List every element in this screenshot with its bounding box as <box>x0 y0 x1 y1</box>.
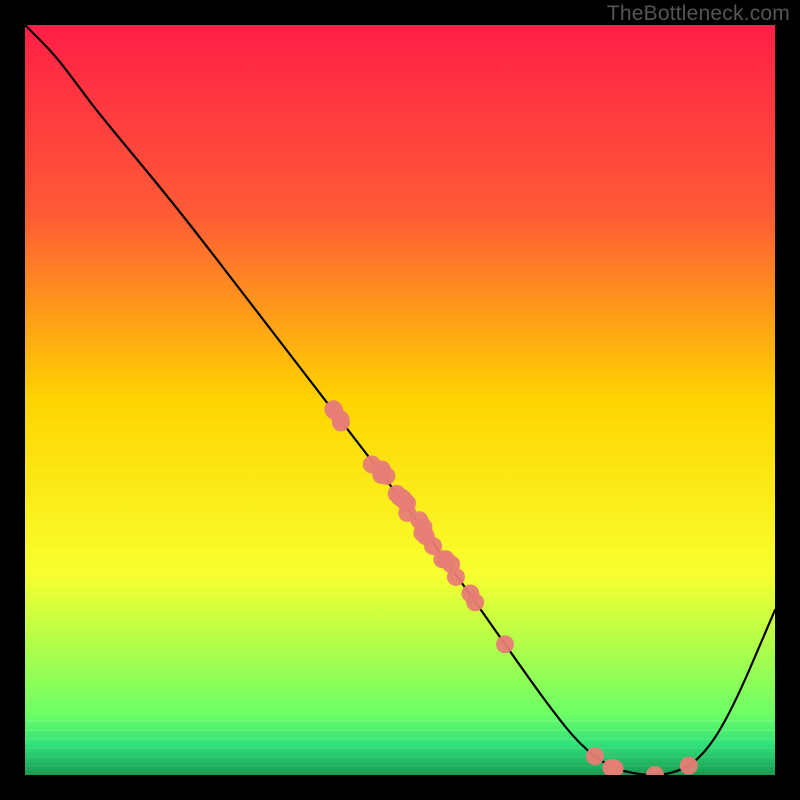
curve-marker <box>413 524 431 542</box>
curve-marker <box>363 455 381 473</box>
chart-background <box>25 25 775 775</box>
chart-svg <box>25 25 775 775</box>
curve-marker <box>680 757 698 775</box>
plot-area <box>25 25 775 775</box>
curve-marker <box>393 489 411 507</box>
watermark-text: TheBottleneck.com <box>607 2 790 26</box>
curve-marker <box>377 467 395 485</box>
curve-marker <box>332 413 350 431</box>
curve-marker <box>433 550 451 568</box>
curve-marker <box>586 747 604 765</box>
outer-frame: TheBottleneck.com <box>0 0 800 800</box>
curve-marker <box>496 635 514 653</box>
curve-marker <box>466 593 484 611</box>
